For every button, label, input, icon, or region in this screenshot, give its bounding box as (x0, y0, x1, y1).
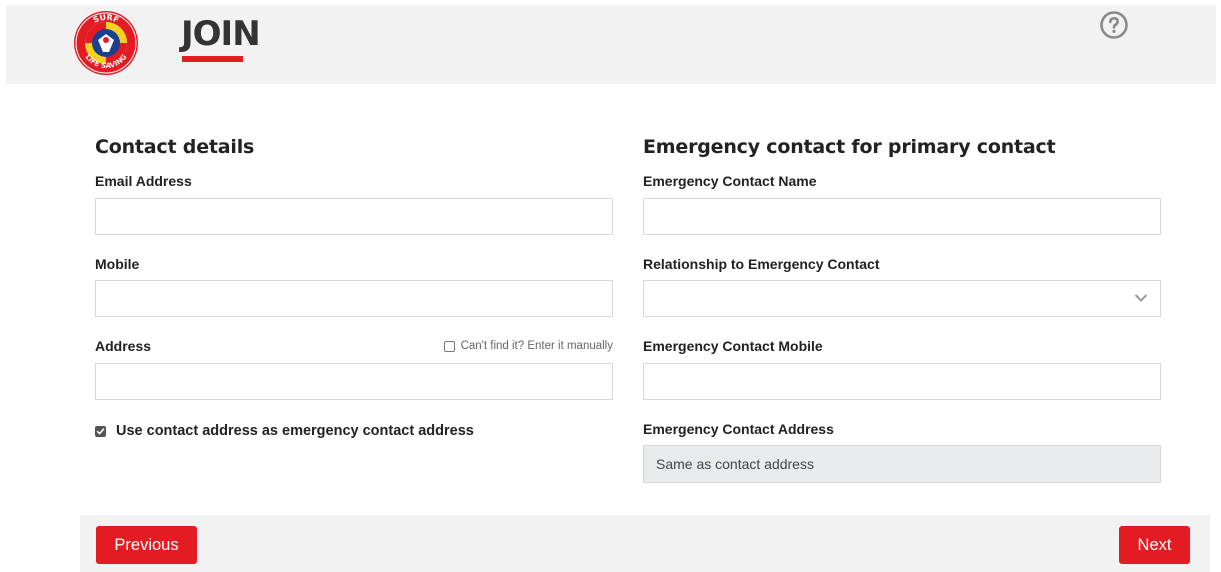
emergency-address-field: Same as contact address (643, 445, 1161, 483)
email-label: Email Address (95, 173, 192, 189)
emergency-address-label: Emergency Contact Address (643, 421, 834, 437)
use-contact-address-label: Use contact address as emergency contact… (116, 423, 474, 439)
help-circle-icon[interactable] (1099, 10, 1129, 40)
footer-bar (80, 515, 1210, 572)
page-title: JOIN (181, 14, 261, 54)
chevron-down-icon (1134, 294, 1148, 302)
manual-entry-toggle[interactable]: Can't find it? Enter it manually (443, 340, 613, 352)
surf-life-saving-logo: SURF LIFE SAVING (74, 11, 138, 75)
emergency-name-field[interactable] (643, 198, 1161, 235)
emergency-contact-title: Emergency contact for primary contact (643, 136, 1056, 158)
address-field[interactable] (95, 363, 613, 400)
emergency-name-label: Emergency Contact Name (643, 173, 817, 189)
manual-entry-label: Can't find it? Enter it manually (460, 340, 613, 352)
use-contact-address-toggle[interactable]: Use contact address as emergency contact… (95, 423, 474, 439)
emergency-mobile-field[interactable] (643, 363, 1161, 400)
relationship-label: Relationship to Emergency Contact (643, 256, 880, 272)
address-label: Address (95, 338, 152, 354)
previous-button[interactable]: Previous (96, 526, 197, 564)
email-field[interactable] (95, 198, 613, 235)
mobile-label: Mobile (95, 256, 140, 272)
mobile-field[interactable] (95, 280, 613, 317)
contact-details-title: Contact details (95, 136, 255, 158)
title-underline (182, 56, 243, 62)
use-contact-address-checkbox[interactable] (95, 425, 106, 437)
checkmark-icon (96, 427, 105, 434)
next-button[interactable]: Next (1119, 526, 1190, 564)
emergency-mobile-label: Emergency Contact Mobile (643, 338, 823, 354)
manual-entry-checkbox[interactable] (443, 340, 455, 352)
relationship-select[interactable] (643, 280, 1161, 317)
